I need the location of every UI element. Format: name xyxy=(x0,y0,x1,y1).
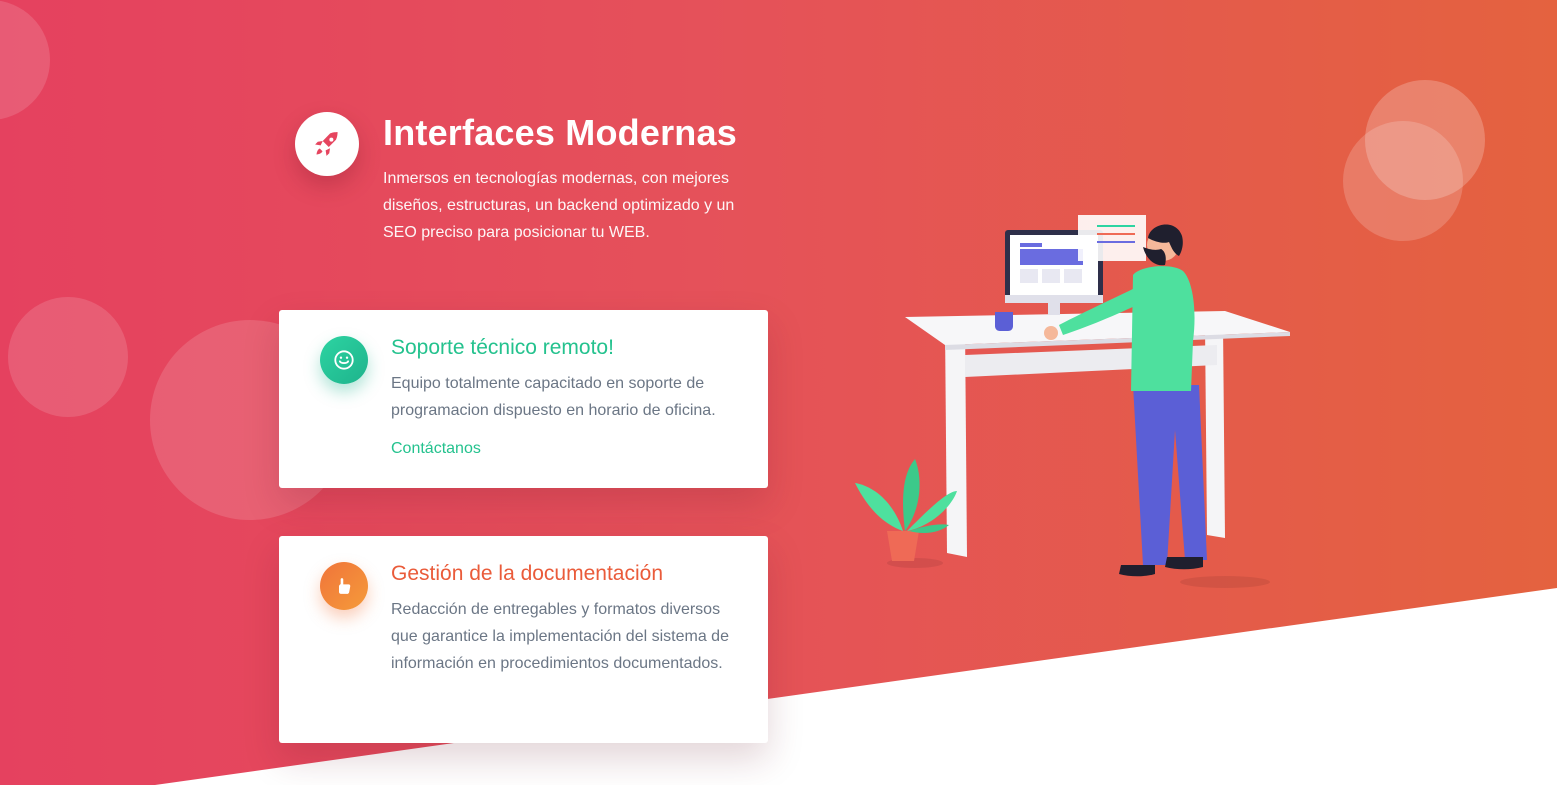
contact-link[interactable]: Contáctanos xyxy=(391,440,481,458)
card-title: Gestión de la documentación xyxy=(391,562,664,585)
smile-icon-badge xyxy=(320,336,368,384)
decor-bubble xyxy=(0,0,50,120)
rocket-icon-badge xyxy=(295,112,359,176)
thumbs-up-icon xyxy=(339,578,351,594)
card-title: Soporte técnico remoto! xyxy=(391,336,614,359)
decor-bubble xyxy=(8,297,128,417)
decor-bubble xyxy=(1343,121,1463,241)
card-documentation: Gestión de la documentación Redacción de… xyxy=(279,536,768,743)
rocket-icon xyxy=(315,132,338,156)
card-text: Redacción de entregables y formatos dive… xyxy=(391,601,729,672)
smile-icon xyxy=(334,350,354,370)
feature-title: Interfaces Modernas xyxy=(383,112,737,153)
card-remote-support: Soporte técnico remoto! Equipo totalment… xyxy=(279,310,768,488)
card-text: Equipo totalmente capacitado en soporte … xyxy=(391,375,716,419)
thumbs-up-icon-badge xyxy=(320,562,368,610)
man-at-standing-desk-illustration xyxy=(855,215,1290,588)
hero-background xyxy=(0,0,1557,785)
feature-description: Inmersos en tecnologías modernas, con me… xyxy=(383,170,735,241)
